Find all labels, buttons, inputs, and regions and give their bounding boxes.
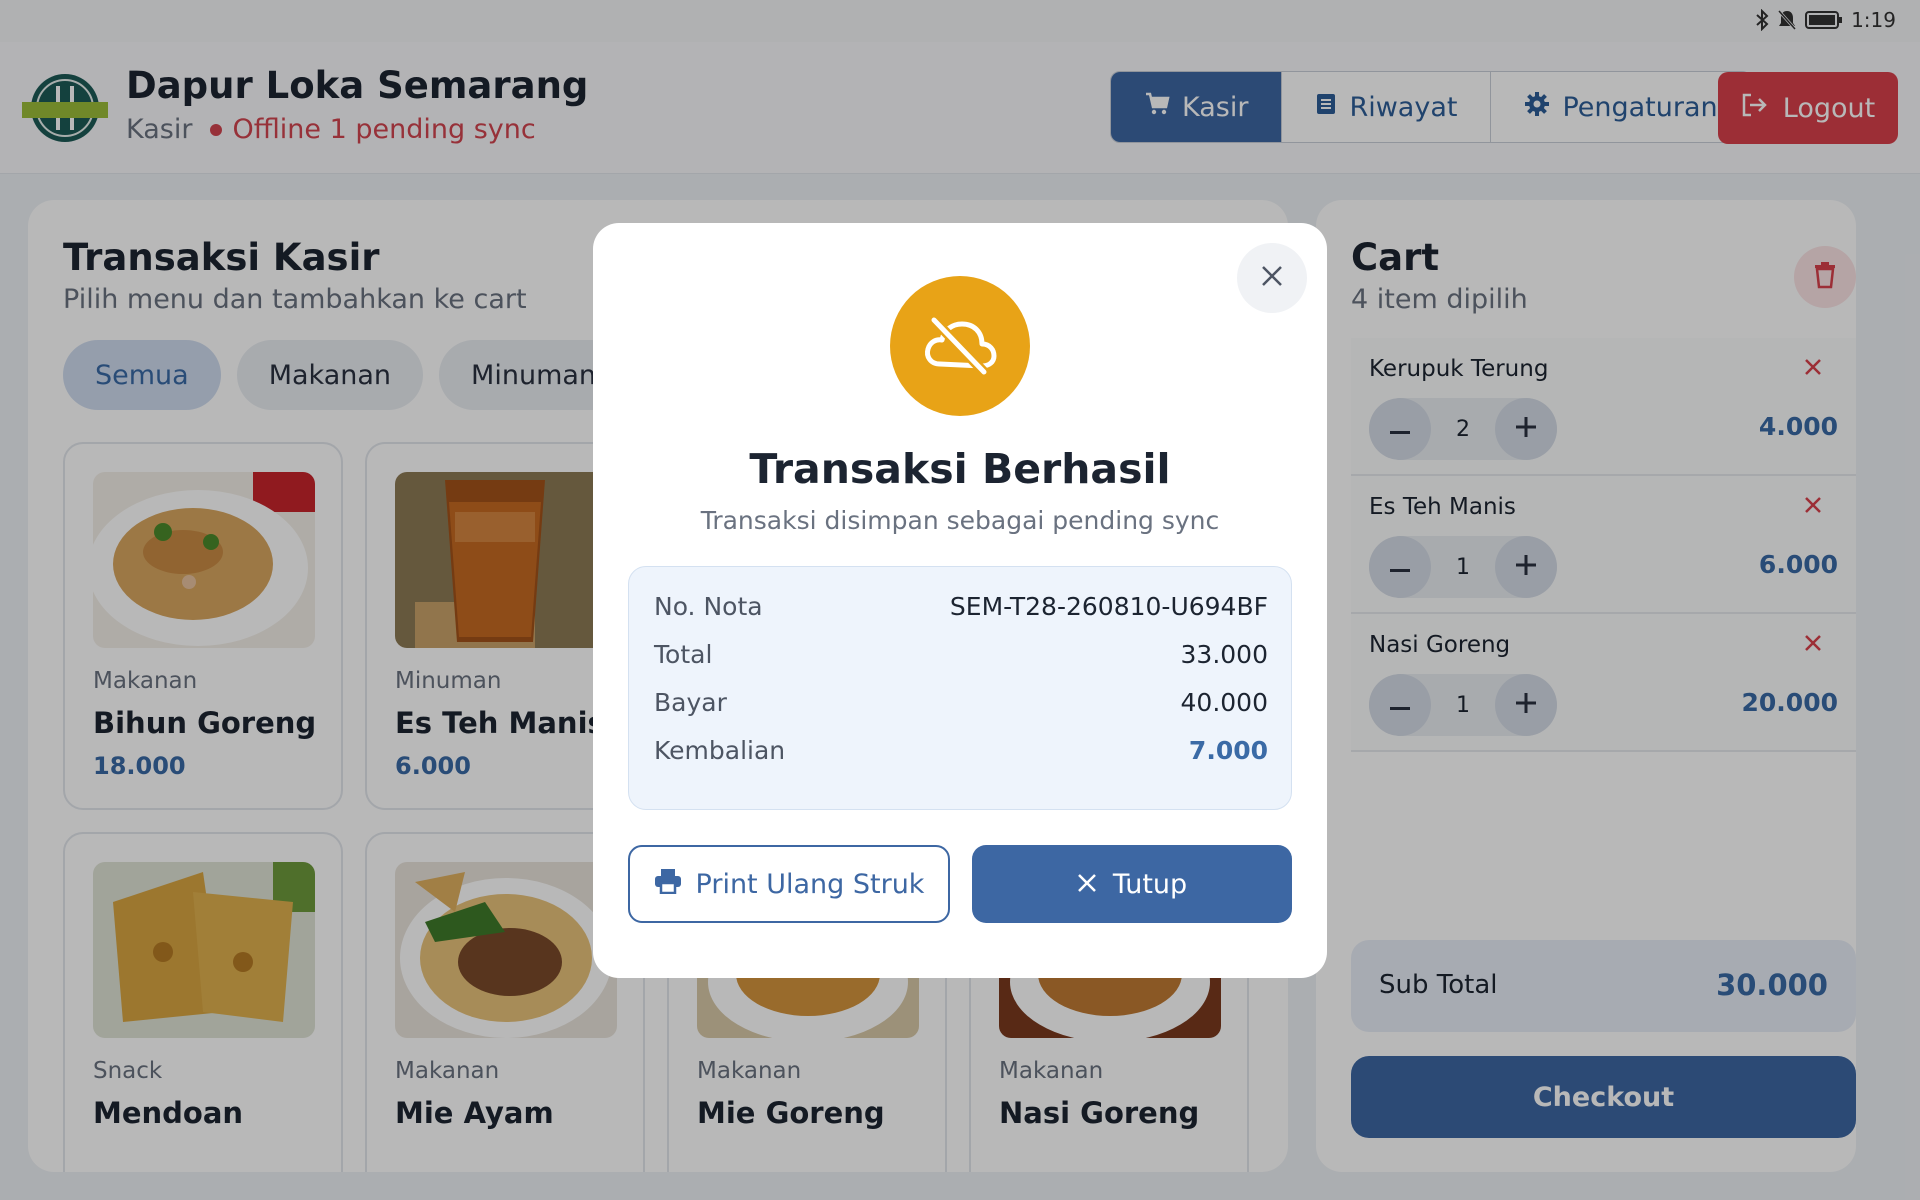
close-icon xyxy=(1077,869,1097,900)
dialog-subtitle: Transaksi disimpan sebagai pending sync xyxy=(700,506,1220,535)
summary-label: No. Nota xyxy=(654,592,763,621)
dialog-close-button[interactable] xyxy=(1237,243,1307,313)
close-dialog-label: Tutup xyxy=(1112,868,1188,900)
printer-icon xyxy=(654,868,682,901)
summary-row-total: Total 33.000 xyxy=(654,640,1268,669)
transaction-summary: No. Nota SEM-T28-260810-U694BF Total 33.… xyxy=(628,566,1292,810)
dialog-title: Transaksi Berhasil xyxy=(749,445,1171,493)
reprint-label: Print Ulang Struk xyxy=(695,868,925,900)
summary-label: Total xyxy=(654,640,713,669)
change-value: 7.000 xyxy=(1188,736,1268,765)
close-icon xyxy=(1260,264,1284,292)
summary-row-nota: No. Nota SEM-T28-260810-U694BF xyxy=(654,592,1268,621)
summary-row-kembalian: Kembalian 7.000 xyxy=(654,736,1268,765)
summary-label: Bayar xyxy=(654,688,727,717)
summary-row-bayar: Bayar 40.000 xyxy=(654,688,1268,717)
paid-value: 40.000 xyxy=(1180,688,1268,717)
success-dialog: Transaksi Berhasil Transaksi disimpan se… xyxy=(593,223,1327,978)
cloud-off-icon xyxy=(890,276,1030,416)
summary-label: Kembalian xyxy=(654,736,786,765)
receipt-number: SEM-T28-260810-U694BF xyxy=(949,592,1268,621)
close-dialog-button[interactable]: Tutup xyxy=(972,845,1292,923)
reprint-receipt-button[interactable]: Print Ulang Struk xyxy=(628,845,950,923)
total-value: 33.000 xyxy=(1180,640,1268,669)
